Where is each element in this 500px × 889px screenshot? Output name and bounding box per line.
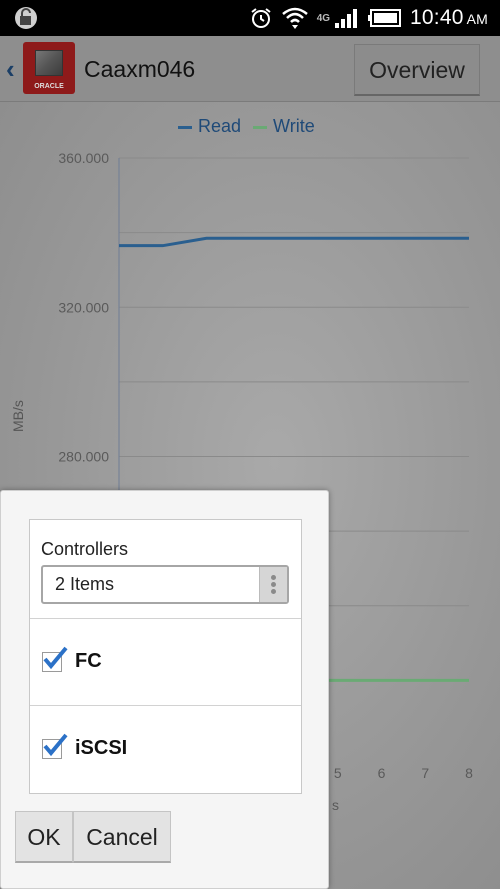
signal-icon bbox=[335, 9, 358, 28]
list-item-iscsi[interactable]: iSCSI bbox=[30, 705, 301, 792]
legend-item-write: Write bbox=[253, 116, 315, 137]
logo-text: ORACLE bbox=[34, 83, 64, 90]
wifi-icon bbox=[281, 7, 308, 29]
filter-dialog: Controllers 2 Items FC iSCSI OK Cancel bbox=[0, 490, 329, 889]
chevron-left-icon[interactable]: ‹ bbox=[6, 54, 15, 85]
x-tick-label: 8 bbox=[465, 765, 473, 781]
more-vertical-icon[interactable] bbox=[259, 567, 287, 602]
cancel-button[interactable]: Cancel bbox=[73, 811, 171, 863]
network-type: 4G bbox=[316, 12, 331, 24]
x-axis-label: s bbox=[332, 797, 339, 813]
x-tick-label: 5 bbox=[334, 765, 342, 781]
y-axis-label: MB/s bbox=[10, 400, 26, 432]
checkmark-icon bbox=[43, 646, 68, 670]
y-tick-label: 280.000 bbox=[58, 449, 109, 465]
chart-legend: Read Write bbox=[178, 116, 315, 137]
x-tick-label: 6 bbox=[378, 765, 386, 781]
y-tick-label: 360.000 bbox=[58, 150, 109, 166]
controllers-label: Controllers bbox=[41, 539, 129, 559]
battery-icon bbox=[368, 9, 402, 27]
controllers-panel: Controllers 2 Items FC iSCSI bbox=[29, 519, 302, 794]
legend-item-read: Read bbox=[178, 116, 241, 137]
alarm-icon bbox=[251, 8, 271, 28]
overview-button[interactable]: Overview bbox=[354, 44, 480, 96]
x-tick-label: 7 bbox=[421, 765, 429, 781]
y-tick-label: 320.000 bbox=[58, 299, 109, 315]
lock-icon bbox=[15, 7, 37, 29]
list-item-fc[interactable]: FC bbox=[30, 618, 301, 705]
checkbox-iscsi[interactable] bbox=[42, 733, 68, 759]
fc-label: FC bbox=[75, 650, 102, 672]
cube-icon bbox=[35, 50, 63, 76]
checkbox-fc[interactable] bbox=[42, 646, 68, 672]
controllers-select[interactable]: 2 Items bbox=[41, 565, 289, 604]
iscsi-label: iSCSI bbox=[75, 737, 128, 759]
select-value: 2 Items bbox=[55, 574, 115, 594]
series-line-read bbox=[119, 236, 469, 248]
action-bar: ‹ ORACLE Caaxm046 Overview bbox=[0, 36, 500, 102]
clock: 10:40 AM bbox=[410, 6, 488, 29]
status-bar: 4G 10:40 AM bbox=[0, 0, 500, 36]
ok-button[interactable]: OK bbox=[15, 811, 73, 863]
checkmark-icon bbox=[43, 733, 68, 757]
page-title: Caaxm046 bbox=[84, 56, 196, 82]
app-logo: ORACLE bbox=[23, 42, 75, 94]
